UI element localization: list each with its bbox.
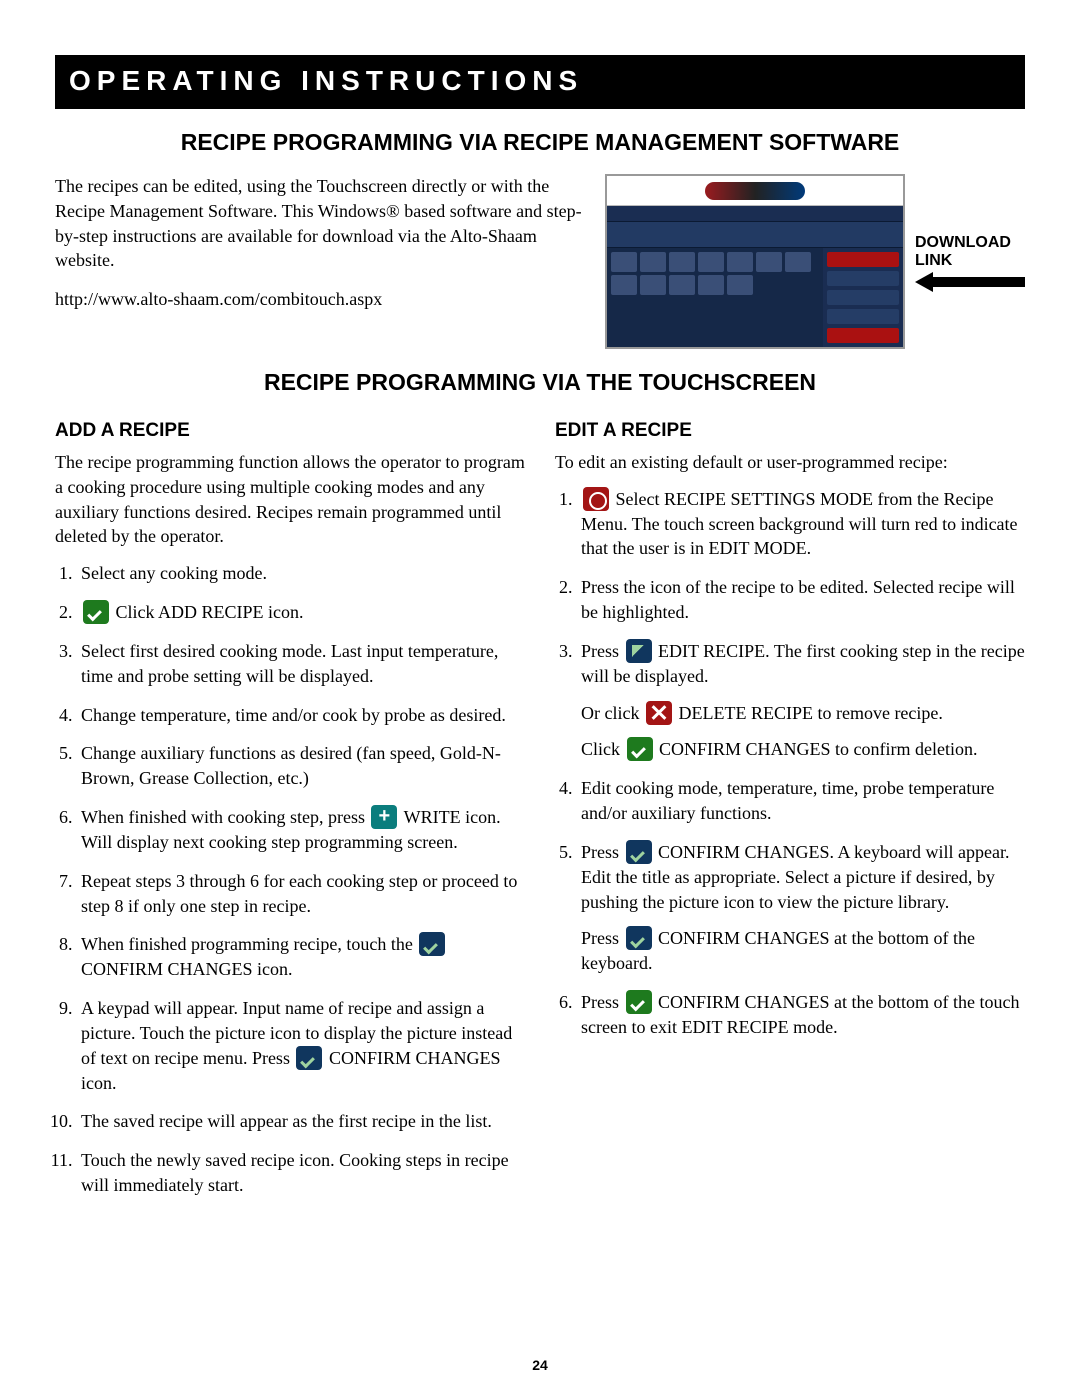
add-step-4: Change temperature, time and/or cook by …	[77, 703, 525, 728]
add-step-1: Select any cooking mode.	[77, 561, 525, 586]
arrow-left-icon	[915, 275, 1025, 289]
add-recipe-column: ADD A RECIPE The recipe programming func…	[55, 414, 525, 1212]
edit-recipe-heading: EDIT A RECIPE	[555, 420, 1025, 442]
add-step-9: A keypad will appear. Input name of reci…	[77, 996, 525, 1095]
section-title-touchscreen: RECIPE PROGRAMMING VIA THE TOUCHSCREEN	[55, 369, 1025, 396]
section-title-software: RECIPE PROGRAMMING VIA RECIPE MANAGEMENT…	[55, 129, 1025, 156]
delete-recipe-icon	[646, 701, 672, 725]
recipe-settings-icon	[583, 487, 609, 511]
alto-shaam-logo	[705, 182, 805, 200]
add-step-6: When finished with cooking step, press W…	[77, 805, 525, 855]
edit-step-6: Press CONFIRM CHANGES at the bottom of t…	[577, 990, 1025, 1040]
add-step-5: Change auxiliary functions as desired (f…	[77, 741, 525, 791]
add-recipe-icon	[83, 600, 109, 624]
edit-recipe-column: EDIT A RECIPE To edit an existing defaul…	[555, 414, 1025, 1212]
add-step-10: The saved recipe will appear as the firs…	[77, 1109, 525, 1134]
add-step-8: When finished programming recipe, touch …	[77, 932, 525, 982]
edit-recipe-icon	[626, 639, 652, 663]
download-label-line2: LINK	[915, 252, 952, 269]
add-step-7: Repeat steps 3 through 6 for each cookin…	[77, 869, 525, 919]
edit-step-5: Press CONFIRM CHANGES. A keyboard will a…	[577, 840, 1025, 976]
add-step-2: Click ADD RECIPE icon.	[77, 600, 525, 625]
add-step-11: Touch the newly saved recipe icon. Cooki…	[77, 1148, 525, 1198]
add-recipe-intro: The recipe programming function allows t…	[55, 450, 525, 549]
add-recipe-heading: ADD A RECIPE	[55, 420, 525, 442]
intro-url: http://www.alto-shaam.com/combitouch.asp…	[55, 287, 587, 312]
add-step-3: Select first desired cooking mode. Last …	[77, 639, 525, 689]
website-screenshot	[605, 174, 905, 349]
edit-step-4: Edit cooking mode, temperature, time, pr…	[577, 776, 1025, 826]
confirm-changes-icon	[627, 737, 653, 761]
confirm-changes-icon	[419, 932, 445, 956]
edit-step-3: Press EDIT RECIPE. The first cooking ste…	[577, 639, 1025, 762]
intro-paragraph: The recipes can be edited, using the Tou…	[55, 174, 587, 273]
edit-step-1: Select RECIPE SETTINGS MODE from the Rec…	[577, 487, 1025, 561]
download-label-line1: DOWNLOAD	[915, 234, 1011, 251]
confirm-changes-icon	[296, 1046, 322, 1070]
confirm-changes-icon	[626, 926, 652, 950]
write-icon	[371, 805, 397, 829]
page-banner: OPERATING INSTRUCTIONS	[55, 55, 1025, 109]
download-callout: DOWNLOAD LINK	[915, 234, 1025, 289]
page-number: 24	[0, 1357, 1080, 1373]
edit-step-2: Press the icon of the recipe to be edite…	[577, 575, 1025, 625]
confirm-changes-icon	[626, 840, 652, 864]
intro-text-block: The recipes can be edited, using the Tou…	[55, 174, 587, 326]
confirm-changes-icon	[626, 990, 652, 1014]
edit-recipe-intro: To edit an existing default or user-prog…	[555, 450, 1025, 475]
